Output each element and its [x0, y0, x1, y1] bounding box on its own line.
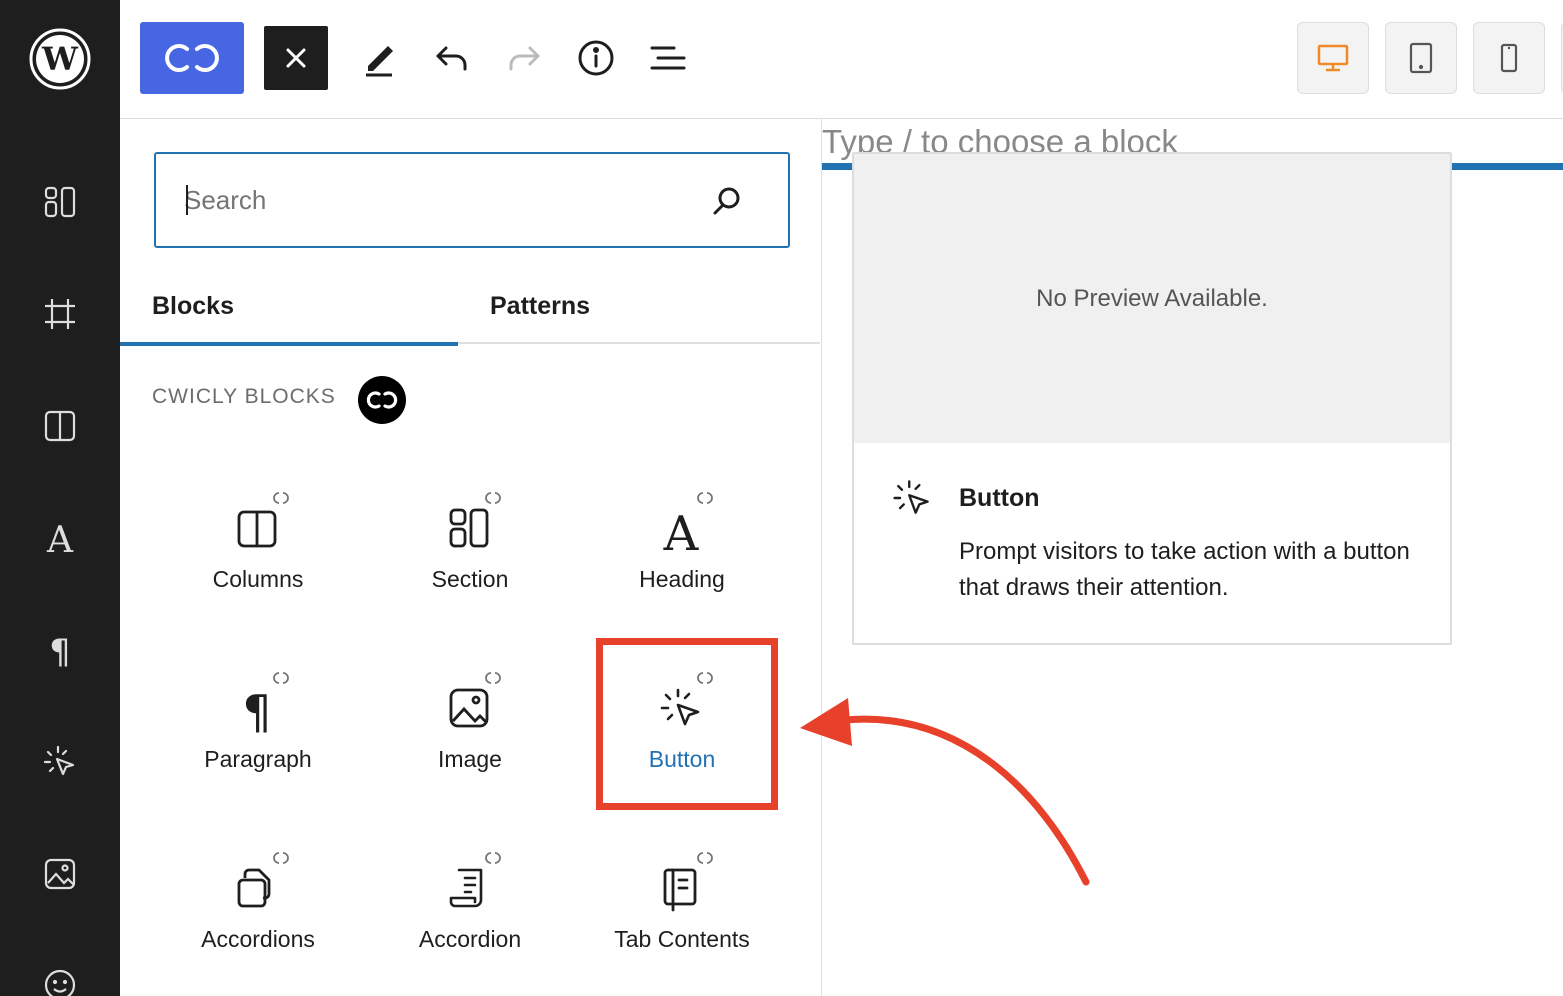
block-label: Accordion — [418, 926, 522, 952]
sidebar-item-paragraph[interactable]: ¶ — [0, 615, 120, 685]
desktop-icon — [1317, 44, 1349, 72]
search-input[interactable] — [184, 180, 684, 220]
cwicly-logo-icon — [165, 44, 219, 72]
accordion-icon — [445, 864, 493, 917]
sidebar-item-section[interactable] — [0, 167, 120, 237]
image-icon — [445, 684, 493, 737]
cwicly-category-logo — [358, 376, 406, 424]
preview-title: Button — [959, 484, 1040, 512]
svg-text:W: W — [41, 40, 79, 78]
tablet-icon — [1409, 42, 1433, 74]
redo-icon — [509, 46, 540, 71]
svg-text:A: A — [46, 520, 74, 557]
block-label: Paragraph — [204, 746, 312, 772]
heading-icon: A — [657, 504, 705, 562]
button-cursor-icon — [43, 745, 75, 776]
desktop-preview-button[interactable] — [1297, 22, 1369, 94]
section-icon — [445, 504, 493, 557]
accordions-icon — [233, 864, 281, 917]
no-preview-text: No Preview Available. — [1036, 284, 1268, 312]
block-label: Columns — [212, 566, 304, 592]
block-accordion[interactable]: Accordion — [364, 822, 576, 990]
text-caret — [186, 185, 188, 215]
sidebar-item-columns[interactable] — [0, 391, 120, 461]
tab-patterns-label: Patterns — [490, 292, 591, 320]
block-image[interactable]: Image — [364, 642, 576, 810]
cwicly-toggle-button[interactable] — [140, 22, 244, 94]
mobile-icon — [1500, 43, 1518, 73]
tab-contents-icon — [657, 864, 705, 917]
tab-blocks[interactable]: Blocks — [120, 269, 458, 346]
close-inserter-button[interactable] — [264, 26, 328, 90]
search-box — [154, 152, 790, 248]
block-section[interactable]: Section — [364, 462, 576, 630]
block-heading[interactable]: A Heading — [576, 462, 788, 630]
redo-button[interactable] — [494, 28, 554, 88]
block-label: Section — [431, 566, 509, 592]
left-sidebar: W A ¶ — [0, 0, 120, 996]
red-arrow-annotation — [800, 698, 1090, 886]
grid-frame-icon — [45, 299, 75, 329]
tablet-preview-button[interactable] — [1385, 22, 1457, 94]
cwicly-logo-icon — [366, 391, 398, 409]
button-highlight-annotation — [596, 638, 778, 810]
info-icon — [578, 40, 614, 76]
svg-text:¶: ¶ — [49, 632, 71, 669]
tab-patterns[interactable]: Patterns — [458, 269, 796, 344]
preview-description: Prompt visitors to take action with a bu… — [959, 538, 1410, 601]
sidebar-item-button[interactable] — [0, 727, 120, 797]
sidebar-item-grid[interactable] — [0, 279, 120, 349]
edit-tool-button[interactable] — [350, 28, 410, 88]
inserter-tabs: Blocks Patterns — [120, 269, 820, 346]
block-label: Heading — [639, 566, 725, 592]
svg-text:A: A — [663, 506, 700, 556]
columns-icon — [44, 410, 76, 442]
paragraph-icon: ¶ — [49, 632, 71, 669]
details-button[interactable] — [566, 28, 626, 88]
preview-area: No Preview Available. — [854, 154, 1450, 443]
block-inserter-panel: Blocks Patterns CWICLY BLOCKS Columns Se… — [120, 119, 822, 996]
wordpress-icon: W — [29, 28, 91, 90]
block-preview-card: No Preview Available. Button Prompt visi… — [852, 152, 1452, 645]
undo-icon — [436, 46, 467, 71]
top-toolbar — [120, 0, 1563, 119]
sidebar-item-smiley[interactable] — [0, 950, 120, 996]
list-view-button[interactable] — [638, 28, 698, 88]
svg-text:¶: ¶ — [242, 685, 271, 736]
close-icon — [286, 48, 306, 68]
columns-icon — [233, 504, 281, 557]
block-label: Tab Contents — [614, 926, 750, 952]
button-cursor-icon — [890, 476, 934, 525]
section-icon — [44, 186, 76, 218]
list-view-icon — [650, 46, 686, 70]
block-paragraph[interactable]: ¶ Paragraph — [152, 642, 364, 810]
image-icon — [44, 858, 76, 890]
block-label: Accordions — [201, 926, 315, 952]
sidebar-item-image[interactable] — [0, 839, 120, 909]
block-accordions[interactable]: Accordions — [152, 822, 364, 990]
block-tab-contents[interactable]: Tab Contents — [576, 822, 788, 990]
block-columns[interactable]: Columns — [152, 462, 364, 630]
block-label: Image — [438, 746, 502, 772]
paragraph-icon: ¶ — [233, 684, 281, 741]
category-title: CWICLY BLOCKS — [152, 385, 336, 408]
sidebar-item-heading[interactable]: A — [0, 503, 120, 573]
wordpress-logo[interactable]: W — [0, 24, 120, 94]
search-icon[interactable] — [712, 186, 742, 221]
heading-icon: A — [46, 520, 74, 557]
undo-button[interactable] — [422, 28, 482, 88]
mobile-preview-button[interactable] — [1473, 22, 1545, 94]
tab-blocks-label: Blocks — [152, 292, 234, 320]
pencil-icon — [366, 46, 393, 77]
smiley-icon — [44, 969, 76, 996]
